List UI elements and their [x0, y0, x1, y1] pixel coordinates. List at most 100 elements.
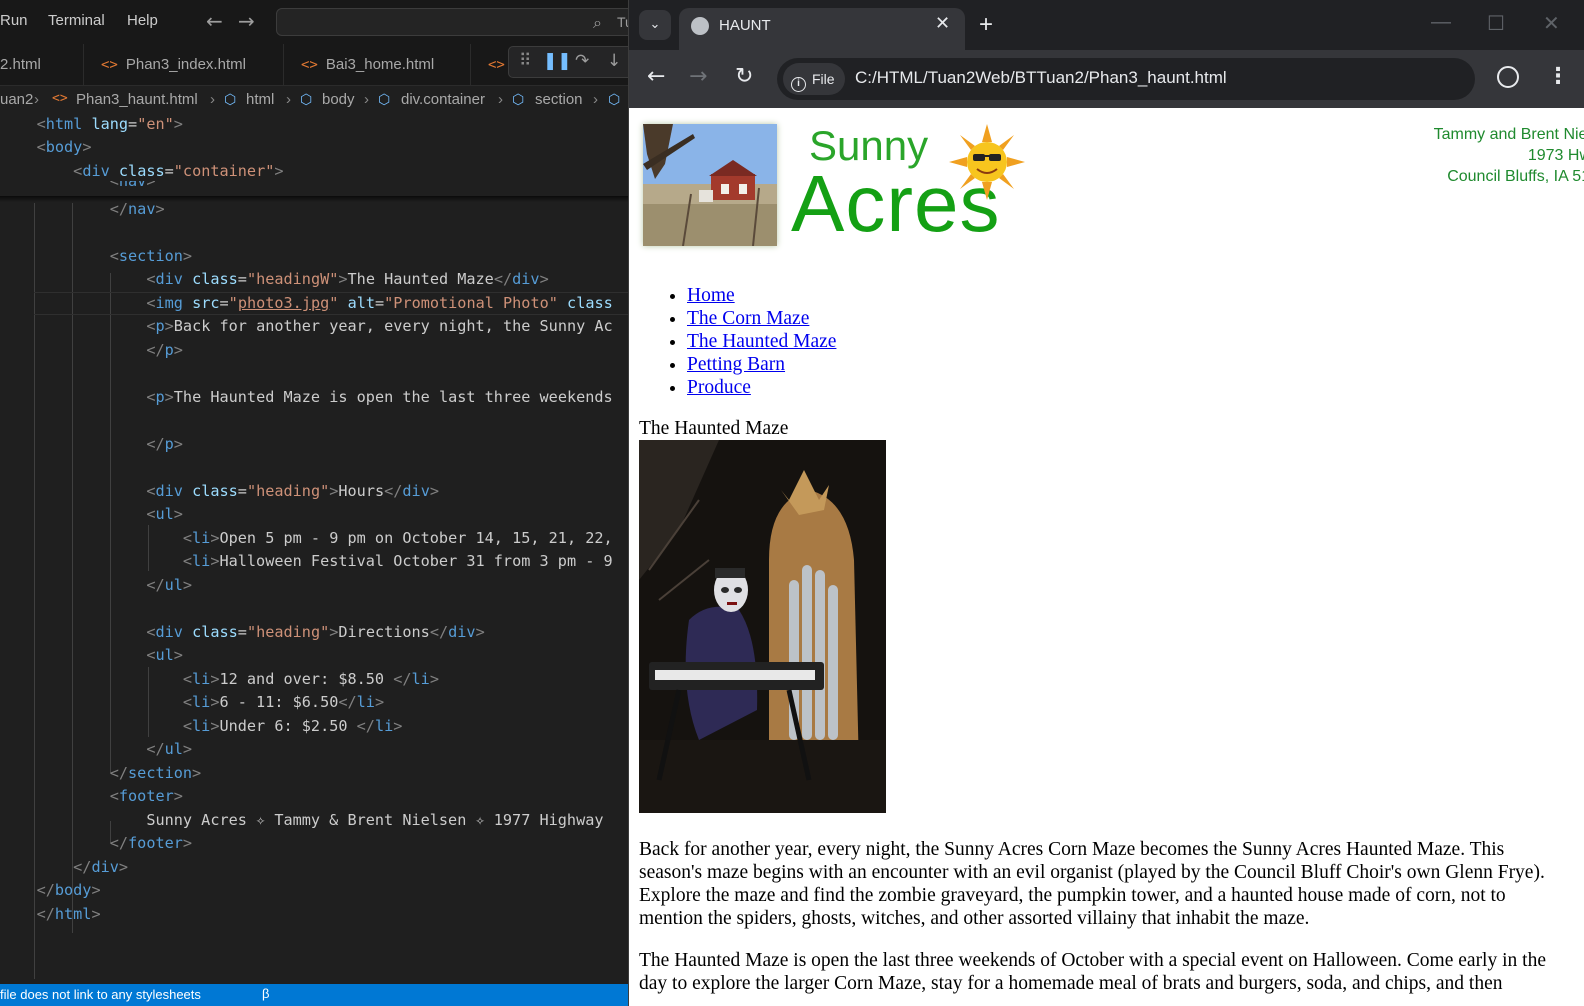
debug-toolbar: ⠿ ❚❚ ↷ ↓ [508, 46, 634, 78]
code-line: </div> [73, 858, 129, 876]
step-into-icon[interactable]: ↓ [607, 51, 621, 71]
menu-run[interactable]: Run [0, 12, 28, 29]
close-icon[interactable]: ✕ [935, 13, 950, 34]
element-cube-icon: ⬡ [378, 91, 391, 107]
section-heading: The Haunted Maze [639, 418, 789, 439]
code-line: <body> [36, 138, 92, 156]
code-line: </ul> [146, 576, 193, 594]
element-cube-icon: ⬡ [224, 91, 237, 107]
chevron-right-icon: › [210, 91, 215, 108]
web-page: Sunny Acres Tammy and Brent Niels 1973 H… [629, 108, 1584, 1006]
code-line: <li>6 - 11: $6.50</li> [182, 693, 385, 711]
html-file-icon: <> [488, 57, 505, 73]
code-line: <div class="headingW">The Haunted Maze</… [146, 270, 549, 288]
code-line: <nav> [109, 181, 156, 190]
code-line: <li>Under 6: $2.50 </li> [182, 717, 403, 735]
tab-search-chevron-icon[interactable]: ⌄ [639, 10, 671, 40]
editor-tab[interactable]: <> Bai3_home.html [285, 44, 471, 86]
pause-icon[interactable]: ❚❚ [543, 51, 572, 71]
drag-handle-icon[interactable]: ⠿ [519, 51, 531, 71]
window-close-icon[interactable]: ✕ [1543, 11, 1560, 36]
forward-arrow-icon[interactable]: → [689, 64, 707, 89]
breadcrumb-folder[interactable]: uan2 [0, 91, 33, 108]
status-message[interactable]: file does not link to any stylesheets [0, 987, 201, 1002]
promotional-photo [639, 440, 886, 813]
tab-label: 2.html [0, 56, 41, 73]
code-editor[interactable]: <html lang="en"> <body> <div class="cont… [0, 113, 634, 983]
paragraph-intro: Back for another year, every night, the … [639, 839, 1545, 929]
code-line: Sunny Acres ✧ Tammy & Brent Nielsen ✧ 19… [146, 811, 604, 829]
breadcrumb-div-container[interactable]: div.container [401, 91, 485, 108]
code-line: </section> [109, 764, 202, 782]
menu-terminal[interactable]: Terminal [48, 12, 105, 29]
tab-strip: ⌄ HAUNT ✕ + — ☐ ✕ [629, 0, 1584, 50]
nav-item-produce: Produce [687, 376, 836, 399]
chevron-right-icon: › [286, 91, 291, 108]
code-line: </ul> [146, 740, 193, 758]
breadcrumb-html[interactable]: html [246, 91, 274, 108]
command-center-search[interactable]: ⌕ Tu [276, 8, 634, 36]
browser-tab[interactable]: HAUNT ✕ [679, 8, 965, 50]
code-line: </body> [36, 881, 101, 899]
code-line: </p> [146, 341, 183, 359]
url-text: C:/HTML/Tuan2Web/BTTuan2/Phan3_haunt.htm… [855, 68, 1227, 87]
editor-tab[interactable]: <> Phan3_index.html [85, 44, 284, 86]
breadcrumb: uan2 › <> Phan3_haunt.html › ⬡ html › ⬡ … [0, 88, 634, 114]
profile-icon[interactable] [1497, 66, 1519, 88]
nav-item-haunted-maze: The Haunted Maze [687, 330, 836, 353]
site-nav: Home The Corn Maze The Haunted Maze Pett… [687, 284, 836, 399]
editor-tab[interactable]: 2.html [0, 44, 84, 86]
browser-window: ⌄ HAUNT ✕ + — ☐ ✕ ← → ↻ i File C:/HTML/Tu… [628, 0, 1584, 1006]
nav-link-petting-barn[interactable]: Petting Barn [687, 354, 785, 375]
back-arrow-icon[interactable]: ← [206, 9, 223, 33]
info-icon: i [791, 77, 806, 92]
code-line: </html> [36, 905, 101, 923]
globe-icon [691, 17, 709, 35]
nav-link-produce[interactable]: Produce [687, 377, 751, 398]
element-cube-icon: ⬡ [608, 91, 621, 107]
step-over-icon[interactable]: ↷ [575, 51, 589, 71]
code-line: <div class="heading">Hours</div> [146, 482, 439, 500]
chevron-right-icon: › [364, 91, 369, 108]
code-line: <li>Halloween Festival October 31 from 3… [182, 552, 613, 570]
code-line: </p> [146, 435, 183, 453]
address-bar[interactable]: i File C:/HTML/Tuan2Web/BTTuan2/Phan3_hau… [777, 58, 1475, 100]
site-info-chip[interactable]: i File [783, 63, 845, 95]
nav-item-corn-maze: The Corn Maze [687, 307, 836, 330]
editor-tab-active[interactable]: <> [472, 44, 512, 86]
browser-toolbar: ← → ↻ i File C:/HTML/Tuan2Web/BTTuan2/Pha… [629, 50, 1584, 108]
sticky-scroll-shadow [0, 196, 634, 202]
back-arrow-icon[interactable]: ← [647, 64, 665, 89]
code-line: <ul> [146, 646, 183, 664]
search-icon: ⌕ [593, 13, 602, 32]
breadcrumb-file[interactable]: Phan3_haunt.html [76, 91, 198, 108]
code-line: <li>12 and over: $8.50 </li> [182, 670, 439, 688]
nav-link-home[interactable]: Home [687, 285, 735, 306]
breadcrumb-section[interactable]: section [535, 91, 583, 108]
minimize-icon[interactable]: — [1431, 11, 1451, 34]
html-file-icon: <> [301, 57, 318, 73]
chevron-right-icon: › [593, 91, 598, 108]
tab-label: Bai3_home.html [325, 56, 435, 73]
nav-link-corn-maze[interactable]: The Corn Maze [687, 308, 809, 329]
status-icon: β [262, 986, 270, 1001]
forward-arrow-icon[interactable]: → [238, 9, 255, 33]
html-file-icon: <> [52, 91, 68, 106]
maximize-icon[interactable]: ☐ [1487, 11, 1505, 36]
paragraph-schedule: The Haunted Maze is open the last three … [639, 950, 1546, 994]
new-tab-plus-icon[interactable]: + [979, 11, 993, 39]
chevron-right-icon: › [498, 91, 503, 108]
menu-help[interactable]: Help [127, 12, 158, 29]
code-line: <p>The Haunted Maze is open the last thr… [146, 388, 613, 406]
sun-with-sunglasses-icon [949, 124, 1025, 200]
code-line: <img src="photo3.jpg" alt="Promotional P… [146, 294, 613, 312]
nav-link-haunted-maze[interactable]: The Haunted Maze [687, 331, 836, 352]
code-line: <html lang="en"> [36, 115, 183, 133]
status-bar: file does not link to any stylesheets β [0, 984, 634, 1006]
chevron-right-icon: › [34, 91, 39, 108]
menu-kebab-icon[interactable]: ⋮ [1547, 64, 1569, 89]
breadcrumb-body[interactable]: body [322, 91, 355, 108]
tab-label: Phan3_index.html [125, 56, 246, 73]
nav-item-petting-barn: Petting Barn [687, 353, 836, 376]
reload-icon[interactable]: ↻ [735, 64, 753, 89]
